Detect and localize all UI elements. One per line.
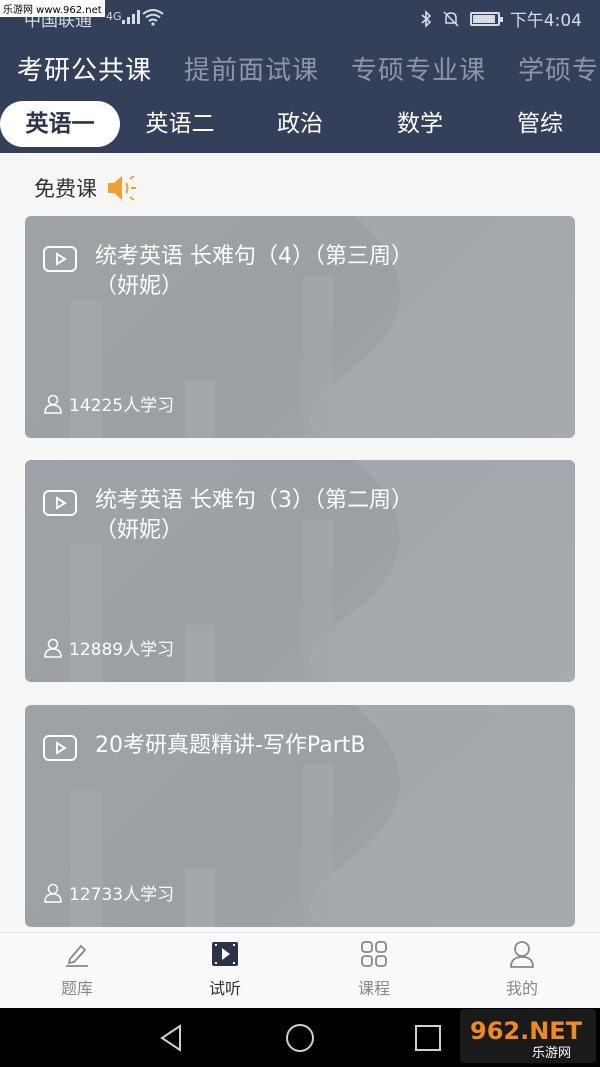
subject-tab-english-1[interactable]: 英语一	[0, 101, 120, 147]
nav-label: 题库	[60, 979, 93, 998]
person-icon	[44, 883, 62, 903]
mute-bell-icon	[443, 10, 459, 27]
section-header: 免费课	[34, 173, 139, 203]
recents-icon[interactable]	[412, 1022, 444, 1054]
watermark-logo: 962.NET 乐游网	[460, 1009, 596, 1063]
tab-interview-course[interactable]: 提前面试课	[184, 50, 319, 87]
nav-item-mine[interactable]: 我的	[472, 939, 572, 999]
watermark-top-left: 乐游网 www.962.net	[0, 0, 105, 17]
network-type-label: 4G	[106, 10, 122, 23]
nav-item-trial[interactable]: 试听	[175, 939, 275, 999]
course-title: 统考英语 长难句（4）（第三周）（妍妮）	[95, 244, 413, 299]
subject-tab-english-2[interactable]: 英语二	[120, 101, 240, 147]
bluetooth-icon	[421, 9, 431, 28]
grid-icon	[361, 941, 387, 967]
course-title: 统考英语 长难句（3）（第二周）（妍妮）	[95, 488, 413, 543]
watermark-logo-subtext: 乐游网	[532, 1046, 571, 1061]
nav-label: 我的	[505, 979, 538, 998]
category-tabs: 考研公共课 提前面试课 专硕专业课 学硕专	[0, 50, 600, 90]
learner-count-text: 14225人学习	[69, 396, 175, 416]
course-learner-count: 12889人学习	[43, 635, 174, 660]
course-card[interactable]: 统考英语 长难句（4）（第三周）（妍妮） 14225人学习	[25, 216, 575, 438]
subject-tab-politics[interactable]: 政治	[240, 101, 360, 147]
video-icon	[43, 246, 77, 272]
wifi-icon	[142, 9, 164, 26]
nav-item-question-bank[interactable]: 题库	[27, 939, 127, 999]
course-list-area[interactable]: 免费课 统考英语 长难句（4）（第三周）（妍妮） 14225人学习 统考英语 长…	[0, 153, 600, 932]
clock-time: 下午4:04	[509, 11, 582, 31]
tab-academic-master-course[interactable]: 学硕专	[518, 50, 599, 87]
home-icon[interactable]	[284, 1022, 316, 1054]
section-title: 免费课	[34, 177, 97, 201]
profile-icon	[510, 941, 534, 968]
play-video-icon	[212, 942, 238, 966]
person-icon	[44, 638, 62, 658]
speaker-icon	[108, 175, 136, 201]
subject-tabs: 英语一 英语二 政治 数学 管综	[0, 101, 600, 147]
tab-professional-master-course[interactable]: 专硕专业课	[351, 50, 486, 87]
learner-count-text: 12733人学习	[69, 885, 175, 905]
video-icon	[43, 490, 77, 516]
status-right-group: 下午4:04	[420, 6, 582, 31]
course-card[interactable]: 20考研真题精讲-写作PartB 12733人学习	[25, 705, 575, 927]
course-card[interactable]: 统考英语 长难句（3）（第二周）（妍妮） 12889人学习	[25, 460, 575, 682]
top-header: 中国联通 4G 下午4:04 考研公共课 提前面试课 专硕专业课 学硕专 英语一…	[0, 0, 600, 153]
nav-label: 课程	[357, 979, 390, 998]
course-learner-count: 14225人学习	[43, 391, 174, 416]
tab-public-course[interactable]: 考研公共课	[17, 50, 152, 87]
subject-tab-math[interactable]: 数学	[360, 101, 480, 147]
video-icon	[43, 735, 77, 761]
nav-label: 试听	[208, 979, 241, 998]
nav-item-courses[interactable]: 课程	[324, 939, 424, 999]
course-title: 20考研真题精讲-写作PartB	[95, 733, 366, 758]
course-learner-count: 12733人学习	[43, 880, 174, 905]
learner-count-text: 12889人学习	[69, 640, 175, 660]
person-icon	[44, 394, 62, 414]
pencil-icon	[66, 944, 88, 967]
bottom-navigation: 题库 试听 课程 我的	[0, 932, 600, 1008]
back-icon[interactable]	[156, 1022, 188, 1054]
watermark-logo-text: 962.NET	[470, 1017, 583, 1045]
battery-icon	[469, 11, 503, 26]
subject-tab-management[interactable]: 管综	[480, 101, 600, 147]
signal-icon	[122, 10, 140, 24]
